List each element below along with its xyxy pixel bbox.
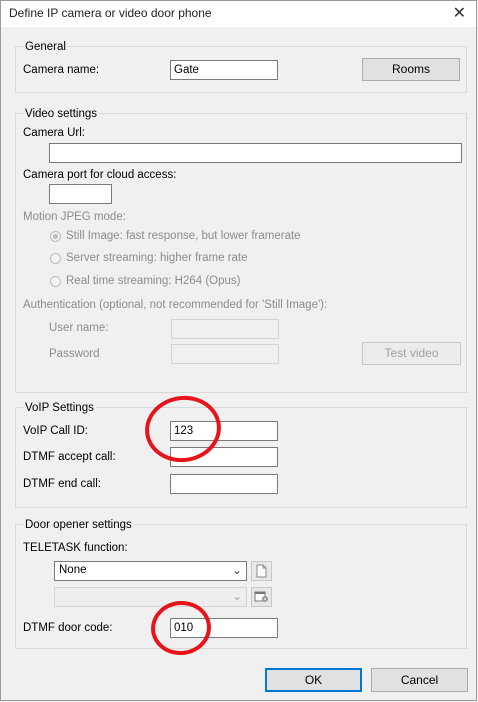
new-document-icon — [256, 564, 267, 578]
chevron-down-icon: ⌄ — [231, 563, 242, 577]
radio-realtime-streaming-label: Real time streaming: H264 (Opus) — [66, 275, 241, 287]
radio-realtime-streaming[interactable] — [50, 276, 61, 287]
teletask-function-label: TELETASK function: — [23, 542, 128, 554]
dtmf-accept-call-label: DTMF accept call: — [23, 451, 116, 463]
teletask-function-select[interactable]: None ⌄ — [54, 561, 247, 581]
radio-still-image-label: Still Image: fast response, but lower fr… — [66, 230, 301, 242]
cloud-port-input[interactable] — [49, 184, 112, 204]
radio-still-image[interactable] — [50, 231, 61, 242]
dialog-window: Define IP camera or video door phone ✕ G… — [0, 0, 477, 701]
dtmf-door-code-label: DTMF door code: — [23, 622, 113, 634]
dtmf-end-call-label: DTMF end call: — [23, 478, 101, 490]
test-video-button[interactable]: Test video — [362, 342, 461, 365]
voip-call-id-label: VoIP Call ID: — [23, 425, 88, 437]
title-bar: Define IP camera or video door phone ✕ — [1, 1, 476, 27]
voip-settings-legend: VoIP Settings — [23, 401, 96, 415]
radio-server-streaming-label: Server streaming: higher frame rate — [66, 252, 248, 264]
teletask-function-value: None — [59, 564, 87, 576]
secondary-function-select[interactable]: ⌄ — [54, 587, 247, 607]
new-document-button[interactable] — [251, 561, 272, 581]
cloud-port-label: Camera port for cloud access: — [23, 169, 177, 181]
password-input[interactable] — [171, 344, 279, 364]
general-legend: General — [23, 40, 68, 54]
mjpeg-mode-label: Motion JPEG mode: — [23, 211, 126, 223]
close-icon[interactable]: ✕ — [453, 3, 466, 23]
video-settings-group: Video settings Camera Url: Camera port f… — [15, 107, 467, 393]
video-settings-legend: Video settings — [23, 107, 100, 121]
general-group: General Camera name: Gate Rooms — [15, 40, 467, 93]
radio-server-streaming[interactable] — [50, 253, 61, 264]
username-input[interactable] — [171, 319, 279, 339]
properties-icon — [254, 591, 268, 602]
door-opener-legend: Door opener settings — [23, 518, 134, 532]
camera-url-label: Camera Url: — [23, 127, 85, 139]
door-opener-group: Door opener settings TELETASK function: … — [15, 518, 467, 649]
chevron-down-icon: ⌄ — [231, 589, 242, 603]
username-label: User name: — [49, 322, 109, 334]
rooms-button[interactable]: Rooms — [362, 58, 460, 81]
voip-settings-group: VoIP Settings VoIP Call ID: 123 DTMF acc… — [15, 401, 467, 508]
camera-url-input[interactable] — [49, 143, 462, 163]
authentication-label: Authentication (optional, not recommende… — [23, 299, 328, 311]
camera-name-input[interactable]: Gate — [170, 60, 278, 80]
camera-name-label: Camera name: — [23, 64, 100, 76]
properties-button[interactable] — [251, 587, 272, 607]
password-label: Password — [49, 348, 100, 360]
ok-button[interactable]: OK — [265, 668, 362, 692]
window-title: Define IP camera or video door phone — [9, 6, 212, 20]
cancel-button[interactable]: Cancel — [371, 668, 468, 692]
dtmf-end-call-input[interactable] — [170, 474, 278, 494]
